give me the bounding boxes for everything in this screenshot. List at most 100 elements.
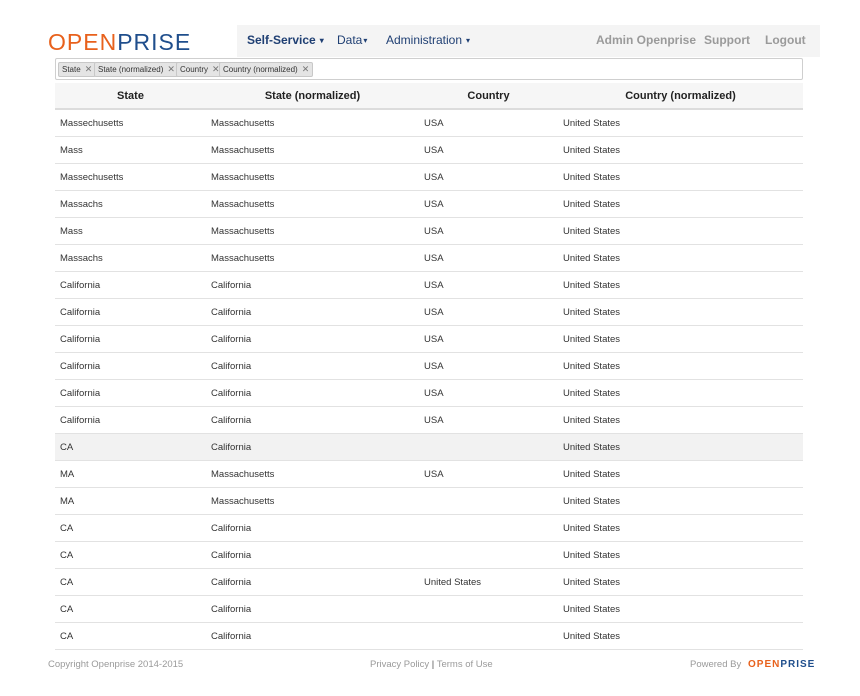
cell-state-normalized: Massachusetts (206, 190, 419, 218)
table-row[interactable]: California California USA United States (55, 352, 803, 380)
cell-country: USA (419, 136, 558, 164)
cell-state-normalized: California (206, 622, 419, 650)
filter-tag-label: State (normalized) (98, 65, 164, 74)
data-table: State State (normalized) Country Country… (55, 83, 803, 650)
cell-country-normalized: United States (558, 136, 803, 164)
table-body: Massechusetts Massachusetts USA United Stat… (55, 109, 803, 650)
footer-separator: | (431, 659, 435, 670)
table-row[interactable]: Mass Massachusetts USA United States (55, 217, 803, 245)
nav-logout[interactable]: Logout (765, 33, 806, 47)
nav-administration[interactable]: Administration ▾ (386, 33, 470, 47)
cell-country-normalized: United States (558, 541, 803, 569)
cell-country-normalized: United States (558, 298, 803, 326)
cell-state: Massachs (55, 244, 206, 272)
top-bar: OPENPRISE Self-Service ▾ Data▾ Administra… (40, 25, 820, 57)
cell-country-normalized: United States (558, 325, 803, 353)
table-row[interactable]: MA Massachusetts USA United States (55, 460, 803, 488)
cell-country: USA (419, 460, 558, 488)
cell-state: California (55, 298, 206, 326)
table-row[interactable]: Mass Massachusetts USA United States (55, 136, 803, 164)
cell-state: MA (55, 487, 206, 515)
cell-country: USA (419, 190, 558, 218)
footer-logo-open: OPEN (748, 659, 781, 670)
filter-tag-label: Country (180, 65, 209, 74)
cell-country: USA (419, 298, 558, 326)
table-row[interactable]: CA California United States (55, 595, 803, 623)
cell-country-normalized: United States (558, 406, 803, 434)
cell-state: Massechusetts (55, 163, 206, 191)
column-header-state[interactable]: State (55, 83, 206, 110)
footer-copyright: Copyright Openprise 2014-2015 (48, 659, 184, 670)
filter-tag-label: State (62, 65, 81, 74)
cell-country (419, 541, 558, 569)
filter-tag-country: Country ✕ (176, 62, 224, 77)
cell-state: CA (55, 541, 206, 569)
cell-country: USA (419, 109, 558, 137)
cell-country: USA (419, 244, 558, 272)
cell-country: USA (419, 217, 558, 245)
nav-support[interactable]: Support (704, 33, 750, 47)
table-row[interactable]: California California USA United States (55, 298, 803, 326)
table-row[interactable]: California California USA United States (55, 271, 803, 299)
cell-state: Massachs (55, 190, 206, 218)
privacy-policy-link[interactable]: Privacy Policy (370, 659, 429, 670)
cell-country: USA (419, 379, 558, 407)
cell-state-normalized: Massachusetts (206, 136, 419, 164)
cell-country-normalized: United States (558, 217, 803, 245)
cell-country: USA (419, 352, 558, 380)
cell-country-normalized: United States (558, 271, 803, 299)
table-row[interactable]: California California USA United States (55, 325, 803, 353)
cell-country-normalized: United States (558, 352, 803, 380)
column-filter-input[interactable]: State ✕ State (normalized) ✕ Country ✕ Coun… (55, 58, 803, 80)
footer-links: Privacy Policy | Terms of Use (370, 659, 493, 670)
column-header-state-normalized[interactable]: State (normalized) (206, 83, 419, 110)
cell-country-normalized: United States (558, 190, 803, 218)
close-icon[interactable]: ✕ (302, 64, 310, 74)
cell-state-normalized: Massachusetts (206, 460, 419, 488)
logo-text-prise: PRISE (117, 29, 192, 55)
table-row[interactable]: CA California United States (55, 622, 803, 650)
close-icon[interactable]: ✕ (85, 64, 93, 74)
nav-data-label: Data (337, 33, 363, 47)
nav-administration-label: Administration (386, 33, 463, 47)
table-row[interactable]: CA California United States (55, 541, 803, 569)
cell-country-normalized: United States (558, 487, 803, 515)
cell-state: California (55, 406, 206, 434)
cell-state-normalized: California (206, 433, 419, 461)
close-icon[interactable]: ✕ (167, 64, 175, 74)
cell-state: California (55, 352, 206, 380)
cell-country-normalized: United States (558, 514, 803, 542)
table-row[interactable]: California California USA United States (55, 379, 803, 407)
cell-state: California (55, 271, 206, 299)
table-row[interactable]: Massachs Massachusetts USA United States (55, 244, 803, 272)
cell-country: USA (419, 271, 558, 299)
cell-state-normalized: California (206, 514, 419, 542)
caret-down-icon: ▾ (466, 36, 471, 46)
cell-state-normalized: California (206, 568, 419, 596)
cell-state-normalized: California (206, 298, 419, 326)
cell-state: MA (55, 460, 206, 488)
table-row[interactable]: CA California United States (55, 433, 803, 461)
cell-country (419, 622, 558, 650)
cell-country-normalized: United States (558, 568, 803, 596)
openprise-logo[interactable]: OPENPRISE (48, 29, 191, 56)
cell-country (419, 433, 558, 461)
column-header-country[interactable]: Country (419, 83, 558, 110)
filter-tag-label: Country (normalized) (223, 65, 298, 74)
cell-country-normalized: United States (558, 244, 803, 272)
cell-state: CA (55, 433, 206, 461)
terms-of-use-link[interactable]: Terms of Use (437, 659, 493, 670)
table-row[interactable]: CA California United States United States (55, 568, 803, 596)
cell-state: Mass (55, 217, 206, 245)
table-row[interactable]: Massachs Massachusetts USA United States (55, 190, 803, 218)
nav-admin-openprise[interactable]: Admin Openprise (596, 33, 696, 47)
nav-self-service[interactable]: Self-Service ▾ (247, 33, 324, 47)
cell-state-normalized: Massachusetts (206, 163, 419, 191)
column-header-country-normalized[interactable]: Country (normalized) (558, 83, 803, 110)
table-row[interactable]: MA Massachusetts United States (55, 487, 803, 515)
table-row[interactable]: Massechusetts Massachusetts USA United Stat… (55, 109, 803, 137)
table-row[interactable]: Massechusetts Massachusetts USA United Stat… (55, 163, 803, 191)
nav-data[interactable]: Data▾ (337, 33, 367, 47)
table-row[interactable]: California California USA United States (55, 406, 803, 434)
table-row[interactable]: CA California United States (55, 514, 803, 542)
